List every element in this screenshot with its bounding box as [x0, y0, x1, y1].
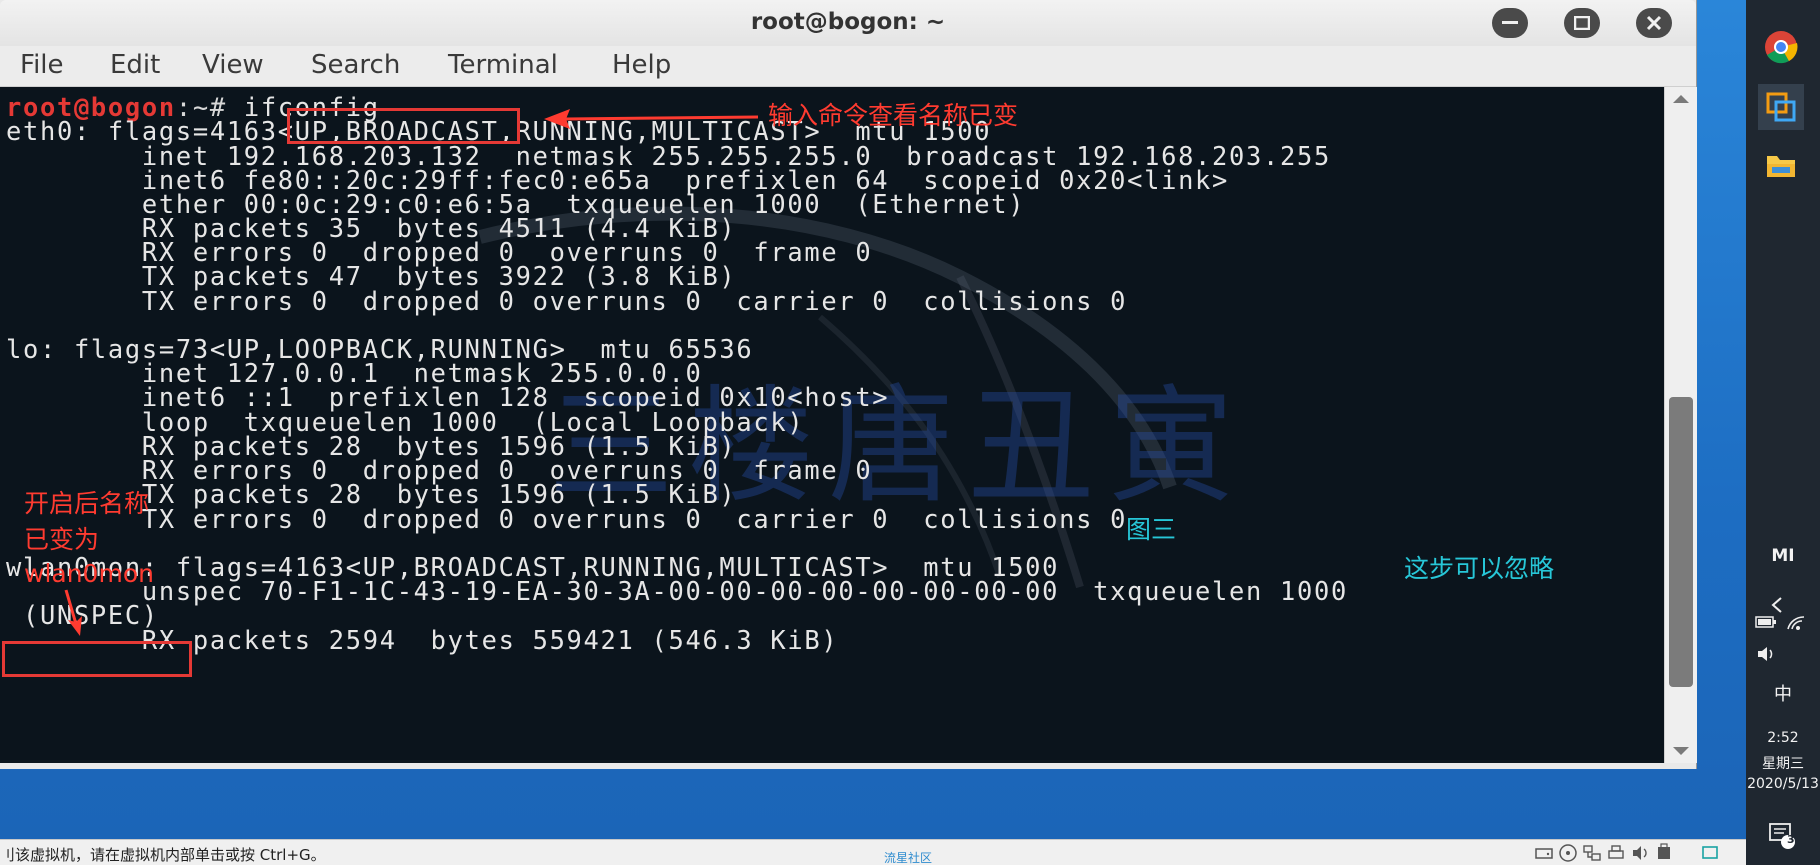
annotation-arrow-left-icon — [544, 109, 759, 129]
terminal-line: TX errors 0 dropped 0 overruns 0 carrier… — [6, 286, 1128, 316]
vertical-scrollbar[interactable] — [1664, 87, 1697, 763]
mi-label[interactable]: MI — [1746, 546, 1820, 566]
status-center-link[interactable]: 流星社区 — [884, 849, 932, 865]
annotation-skip-note: 这步可以忽略 — [1404, 554, 1555, 583]
clock-weekday[interactable]: 星期三 — [1746, 753, 1820, 773]
notification-center-icon[interactable]: 3 — [1758, 812, 1804, 858]
close-button[interactable] — [1636, 8, 1672, 38]
usb-icon[interactable] — [1654, 843, 1674, 863]
scroll-up-icon[interactable] — [1673, 95, 1689, 103]
annotation-rename-line-2: 已变为 — [24, 525, 100, 554]
scrollbar-thumb[interactable] — [1669, 397, 1693, 687]
sound-icon[interactable] — [1630, 843, 1650, 863]
hard-disk-icon[interactable] — [1534, 843, 1554, 863]
notification-count: 3 — [1787, 833, 1795, 846]
scroll-down-icon[interactable] — [1673, 747, 1689, 755]
minimize-button[interactable] — [1492, 8, 1528, 38]
close-icon — [1646, 15, 1662, 31]
wifi-icon[interactable] — [1782, 608, 1810, 636]
chrome-icon[interactable] — [1758, 24, 1804, 70]
terminal-output[interactable]: 三楼唐丑寅 root@bogon:~# ifconfig eth0: flags… — [0, 87, 1664, 763]
title-bar[interactable]: root@bogon: ~ — [0, 0, 1696, 46]
taskbar-right: MI 中 2:52 星期三 2020/5/13 3 — [1746, 0, 1820, 865]
vmware-icon[interactable] — [1758, 84, 1804, 130]
menu-search[interactable]: Search — [311, 50, 400, 80]
terminal-line: TX errors 0 dropped 0 overruns 0 carrier… — [6, 504, 1128, 534]
minimize-icon — [1502, 21, 1518, 24]
volume-icon[interactable] — [1752, 640, 1780, 668]
terminal-line: unspec 70-F1-1C-43-19-EA-30-3A-00-00-00-… — [6, 576, 1348, 606]
annotation-rename-line-1: 开启后名称 — [24, 489, 150, 518]
status-hint: 刂该虚拟机，请在虚拟机内部单击或按 Ctrl+G。 — [0, 846, 326, 864]
maximize-icon — [1574, 16, 1590, 30]
menu-edit[interactable]: Edit — [110, 50, 160, 80]
menu-bar: File Edit View Search Terminal Help — [0, 46, 1696, 87]
desktop: root@bogon: ~ File Edit View Search Term… — [0, 0, 1820, 865]
highlight-box-wlan0mon — [2, 641, 192, 677]
menu-help[interactable]: Help — [612, 50, 671, 80]
highlight-box-command — [287, 108, 520, 144]
annotation-rename-line-3: wlan0mon — [24, 559, 154, 588]
menu-terminal[interactable]: Terminal — [448, 50, 558, 80]
clock-date[interactable]: 2020/5/13 — [1746, 776, 1820, 792]
menu-view[interactable]: View — [202, 50, 264, 80]
annotation-command-note: 输入命令查看名称已变 — [768, 101, 1019, 130]
ime-indicator[interactable]: 中 — [1746, 680, 1820, 706]
battery-icon[interactable] — [1752, 608, 1780, 636]
file-explorer-icon[interactable] — [1758, 142, 1804, 188]
annotation-arrow-down-icon — [64, 589, 82, 636]
menu-file[interactable]: File — [20, 50, 64, 80]
clock-time[interactable]: 2:52 — [1746, 730, 1820, 746]
annotation-figure-label: 图三 — [1126, 515, 1177, 544]
window-title: root@bogon: ~ — [750, 9, 946, 35]
display-icon[interactable] — [1700, 843, 1720, 863]
maximize-button[interactable] — [1564, 8, 1600, 38]
printer-icon[interactable] — [1606, 843, 1626, 863]
cd-drive-icon[interactable] — [1558, 843, 1578, 863]
vm-status-bar: 刂该虚拟机，请在虚拟机内部单击或按 Ctrl+G。 流星社区 — [0, 839, 1746, 865]
network-icon[interactable] — [1582, 843, 1602, 863]
